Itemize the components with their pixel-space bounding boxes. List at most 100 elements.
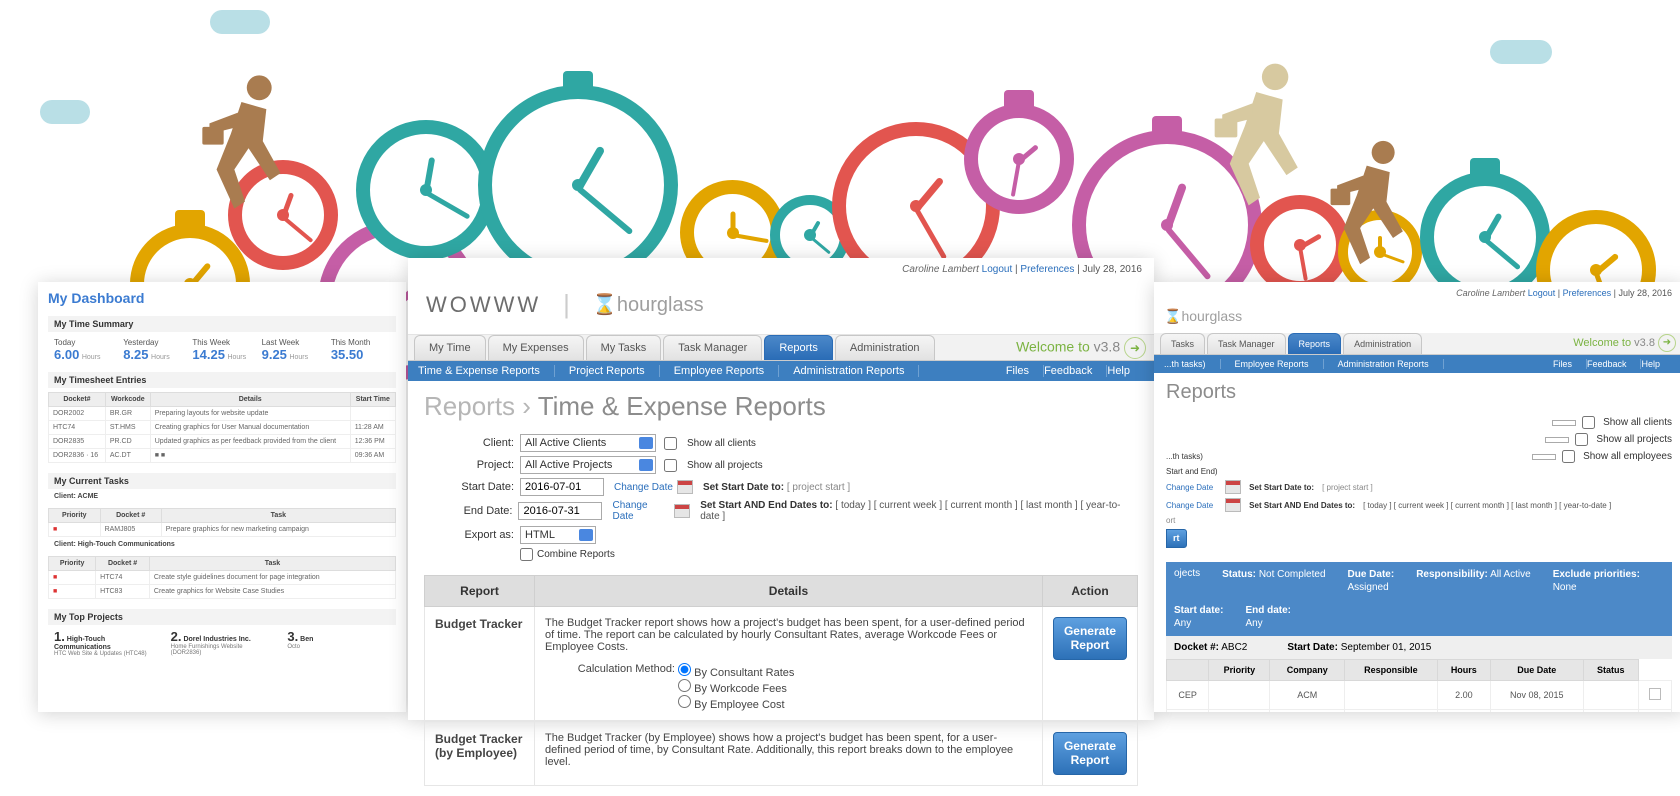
combine-checkbox[interactable] [520,548,533,561]
show-projects-checkbox[interactable] [1575,433,1588,446]
tab-task-manager[interactable]: Task Manager [663,335,762,360]
change-date-link[interactable]: Change Date [1166,501,1213,510]
product-logo: ⌛hourglass [1164,308,1242,324]
arrow-icon[interactable]: ➜ [1658,334,1676,352]
table-row[interactable]: ■HTC74Create style guidelines document f… [49,571,396,585]
tab-reports[interactable]: Reports [764,335,833,360]
show-clients-label: Show all clients [687,438,756,449]
calc-option[interactable]: By Employee Cost [678,695,794,711]
tab-reports[interactable]: Reports [1288,333,1342,354]
calendar-icon[interactable] [1225,480,1241,494]
filter-form: Client: All Active Clients Show all clie… [424,434,1138,561]
aux-link[interactable]: Files [1006,365,1044,377]
project-start-link[interactable]: [ project start ] [787,482,850,493]
docket-row: Docket #: ABC2 Start Date: September 01,… [1166,636,1672,659]
table-row[interactable]: HTC74ST.HMSCreating graphics for User Ma… [49,421,396,435]
timesheet-body: DOR2002BR.GRPreparing layouts for websit… [49,407,396,463]
tab-administration[interactable]: Administration [835,335,935,360]
status-checkbox[interactable] [1649,688,1661,700]
tasks-table-2: PriorityDocket #Task■HTC74Create style g… [48,556,396,599]
project-item[interactable]: 1. High-Touch CommunicationsHTC Web Site… [54,629,157,657]
subtab-link[interactable]: Administration Reports [1338,359,1444,369]
tab-my-expenses[interactable]: My Expenses [488,335,584,360]
show-projects-checkbox[interactable] [664,459,677,472]
generate-report-button[interactable]: GenerateReport [1053,617,1127,660]
subtab-link[interactable]: ...th tasks) [1164,359,1221,369]
section-time-summary: My Time Summary [48,316,396,332]
aux-link[interactable]: Feedback [1587,359,1642,369]
subtab-link[interactable]: Administration Reports [793,365,919,377]
project-select[interactable]: All Active Projects [520,456,656,474]
table-row[interactable]: ACM2.00Jan 25, 2016 [1167,709,1672,712]
calendar-icon[interactable] [677,480,693,494]
table-row[interactable]: ■RAMJ805Prepare graphics for new marketi… [49,523,396,537]
tlist-head: PriorityCompanyResponsibleHoursDue DateS… [1167,659,1672,680]
change-date-link[interactable]: Change Date [1166,483,1213,492]
sub-tabs: Time & Expense Reports Project Reports Emp… [408,361,1154,381]
aux-link[interactable]: Help [1641,359,1674,369]
subtab-link[interactable]: Employee Reports [1235,359,1324,369]
user-name: Caroline Lambert [902,264,979,275]
time-block: Today6.00 Hours [54,338,113,362]
subtab-link[interactable]: Employee Reports [674,365,780,377]
project-select[interactable] [1545,437,1569,443]
calendar-icon[interactable] [1225,498,1241,512]
main-tabs: My TimeMy ExpensesMy TasksTask ManagerRe… [408,335,1154,361]
generate-report-button[interactable]: GenerateReport [1053,732,1127,775]
welcome-badge: Welcome to v3.8 ➜ [1573,334,1676,352]
project-item[interactable]: 3. BenOcto [287,629,390,657]
end-date-input[interactable] [518,502,602,520]
preferences-link[interactable]: Preferences [1563,288,1612,298]
preferences-link[interactable]: Preferences [1020,264,1074,275]
table-row[interactable]: DOR2836 · 16AC.DT■ ■09:36 AM [49,449,396,463]
export-select[interactable]: HTML [520,526,596,544]
tab-my-tasks[interactable]: My Tasks [586,335,662,360]
tab-my-time[interactable]: My Time [414,335,486,360]
calc-option[interactable]: By Consultant Rates [678,663,794,679]
tab-tasks[interactable]: Tasks [1160,333,1205,354]
aux-link[interactable]: Help [1107,365,1144,377]
show-clients-checkbox[interactable] [1582,416,1595,429]
tasks-report-panel: Caroline Lambert Logout | Preferences | … [1154,282,1680,712]
main-tabs-r: TasksTask ManagerReportsAdministration W… [1154,333,1680,355]
show-projects-label: Show all projects [687,460,763,471]
section-tasks: My Current Tasks [48,473,396,489]
calc-option[interactable]: By Workcode Fees [678,679,794,695]
calendar-icon[interactable] [674,504,690,518]
run-button[interactable]: rt [1166,529,1187,548]
project-item[interactable]: 2. Dorel Industries Inc.Home Furnishings… [171,629,274,657]
client-select[interactable]: All Active Clients [520,434,656,452]
subtab-link[interactable]: Time & Expense Reports [418,365,555,377]
aux-link[interactable]: Feedback [1044,365,1107,377]
top-line: Caroline Lambert Logout | Preferences | … [408,258,1154,281]
table-row[interactable]: DOR2835PR.CDUpdated graphics as per feed… [49,435,396,449]
table-row[interactable]: CEPACM2.00Nov 08, 2015 [1167,680,1672,709]
filter-summary: ojects Status: Not Completed Due Date:As… [1166,562,1672,636]
tab-administration[interactable]: Administration [1343,333,1422,354]
tab-task-manager[interactable]: Task Manager [1207,333,1286,354]
timesheet-table: Docket#WorkcodeDetailsStart Time DOR2002… [48,392,396,463]
project-label: Project: [424,459,520,471]
time-block: Yesterday8.25 Hours [123,338,182,362]
change-date-link[interactable]: Change Date [614,482,673,493]
subtab-link[interactable]: Project Reports [569,365,660,377]
logout-link[interactable]: Logout [982,264,1013,275]
brand-separator: | [563,289,570,320]
report-name: Budget Tracker [425,607,535,722]
table-row[interactable]: DOR2002BR.GRPreparing layouts for websit… [49,407,396,421]
report-details: The Budget Tracker report shows how a pr… [535,607,1043,722]
arrow-icon[interactable]: ➜ [1124,337,1146,359]
employee-select[interactable] [1532,454,1556,460]
brand-logo: WOWWW [426,292,541,318]
start-date-input[interactable] [520,478,604,496]
client-select[interactable] [1552,420,1576,426]
runner-icon [1200,58,1320,228]
show-clients-checkbox[interactable] [664,437,677,450]
table-row[interactable]: ■HTC83Create graphics for Website Case S… [49,585,396,599]
show-employees-checkbox[interactable] [1562,450,1575,463]
aux-link[interactable]: Files [1553,359,1587,369]
set-start-label: Set Start Date to: [703,482,784,493]
runner-icon [190,70,300,230]
change-date-link[interactable]: Change Date [612,500,647,522]
logout-link[interactable]: Logout [1528,288,1556,298]
